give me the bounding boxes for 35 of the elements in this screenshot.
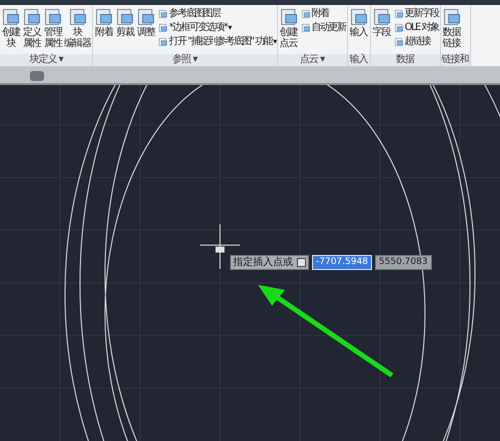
panel-title[interactable]: 块定义 ▾	[0, 54, 92, 66]
ribbon-small-button[interactable]: 参考底图图层	[158, 7, 276, 20]
ribbon-small-button[interactable]: 自动更新	[300, 21, 346, 34]
ribbon-small-button[interactable]: 更新字段	[394, 7, 439, 20]
panel-title[interactable]: 链接和	[440, 54, 470, 66]
panel-title[interactable]: 数据	[370, 54, 440, 66]
drawing-tab[interactable]	[30, 71, 44, 81]
ribbon-button[interactable]: 创建 点云	[278, 7, 299, 54]
ribbon-small-button[interactable]: 打开 "捕捉到参考底图" 功能▾	[158, 35, 276, 48]
ribbon-button[interactable]: 字段	[372, 7, 392, 54]
panel-title[interactable]: 输入	[348, 54, 370, 66]
x-coordinate-field[interactable]: -7707.5948	[312, 255, 372, 270]
ribbon-button[interactable]: 数据 链接	[442, 7, 462, 54]
ribbon-button[interactable]: 创建 块	[1, 7, 21, 54]
prompt-text: 指定插入点或	[233, 256, 293, 268]
ribbon-button[interactable]: 调整	[136, 7, 156, 54]
document-icon	[394, 36, 404, 46]
ribbon-small-button[interactable]: 附着	[300, 7, 346, 20]
ribbon-button[interactable]: 输入	[348, 7, 369, 54]
document-icon	[394, 8, 404, 18]
ribbon-button[interactable]: 剪裁	[115, 7, 135, 54]
down-icon[interactable]	[297, 258, 306, 267]
document-icon	[300, 8, 311, 18]
panel-title[interactable]: 参照 ▾	[93, 54, 277, 66]
ribbon-small-button[interactable]: 超链接	[394, 35, 439, 48]
ribbon-button[interactable]: 定义 属性	[22, 7, 42, 54]
ribbon-button[interactable]: 附着	[94, 7, 114, 54]
document-icon	[394, 22, 404, 32]
y-coordinate-field[interactable]: 5550.7083	[374, 255, 432, 270]
ribbon-button[interactable]: 管理 属性	[43, 7, 63, 54]
panel-title[interactable]: 点云 ▾	[278, 54, 347, 66]
ribbon-button[interactable]: 块 编辑器	[64, 7, 91, 54]
ribbon-small-button[interactable]: OLE 对象	[394, 21, 439, 34]
document-icon	[300, 22, 311, 32]
ribbon-small-button[interactable]: *边框可变选项*▾	[158, 21, 276, 34]
